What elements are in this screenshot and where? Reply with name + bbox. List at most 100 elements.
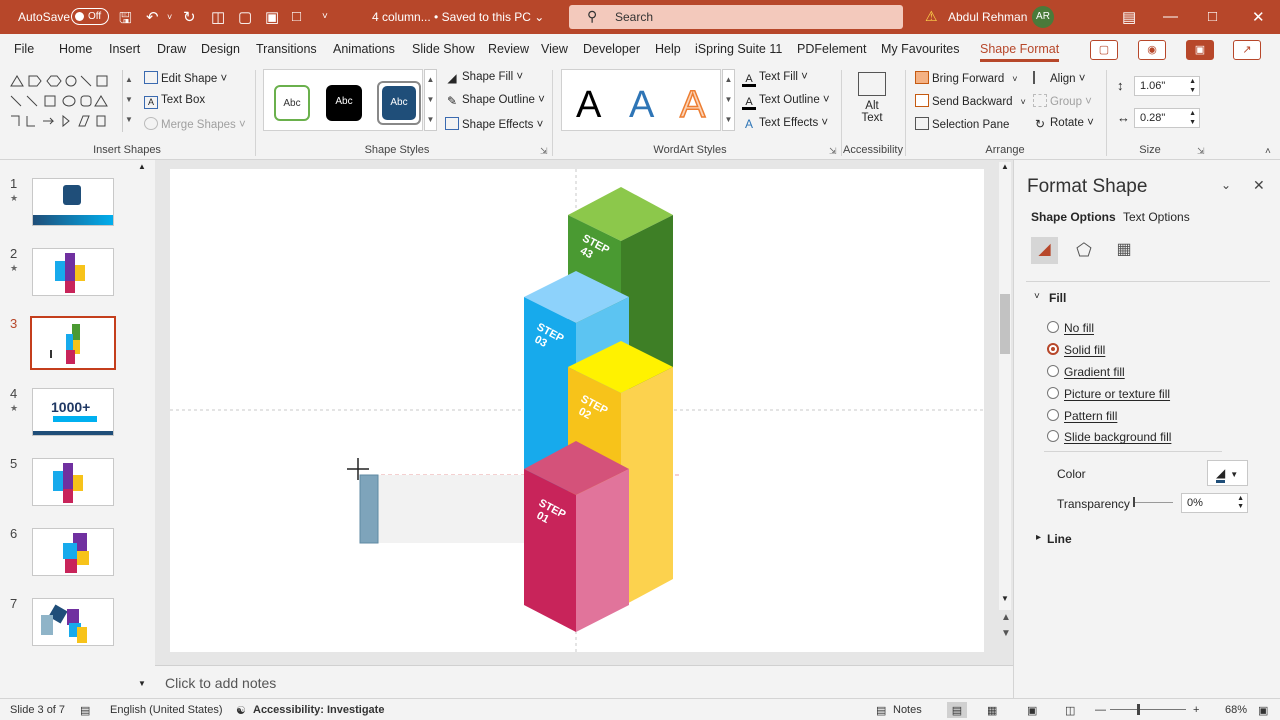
option-slide-background-fill[interactable]: Slide background fill [1064,430,1171,444]
close-icon[interactable]: ✕ [1252,8,1265,26]
present-icon[interactable]: ◫ [211,8,225,26]
scrollbar-thumb[interactable] [1000,294,1010,354]
slide-thumbnail-3-selected[interactable] [30,316,116,370]
fill-collapse-icon[interactable]: ˅ [1034,291,1040,302]
tab-design[interactable]: Design [201,42,240,56]
wordart-black[interactable]: A [576,84,601,127]
send-backward-button[interactable]: Send Backward ˅ [915,94,1026,108]
radio-picture-fill[interactable] [1047,387,1059,399]
spinner-icon[interactable]: ▲ ▼ [1237,495,1244,511]
tab-insert[interactable]: Insert [109,42,140,56]
new-slide-icon[interactable]: ▢ [238,8,252,26]
language[interactable]: English (United States) [110,704,223,716]
wordart-blue[interactable]: A [629,84,654,127]
tab-home[interactable]: Home [59,42,92,56]
selection-pane-button[interactable]: Selection Pane [915,117,1009,131]
avatar[interactable]: AR [1032,6,1054,28]
undo-dropdown-icon[interactable]: ˅ [167,12,172,22]
bring-forward-button[interactable]: Bring Forward ˅ [915,71,1017,85]
slide-sorter-icon[interactable]: ▦ [987,704,997,717]
tab-animations[interactable]: Animations [333,42,395,56]
spelling-icon[interactable]: ▤ [80,704,90,717]
option-no-fill[interactable]: No fill [1064,321,1094,335]
image-icon[interactable]: ▣ [265,8,279,26]
shape-styles-scroll[interactable]: ▲ ▼ ▼ [424,69,437,131]
ribbon-display-icon[interactable]: ▤ [1122,8,1136,26]
close-pane-icon[interactable]: ✕ [1253,177,1265,194]
search-box[interactable]: ⚲ Search [569,5,903,29]
option-pattern-fill[interactable]: Pattern fill [1064,409,1117,423]
user-name[interactable]: Abdul Rehman [948,10,1027,24]
tab-slide-show[interactable]: Slide Show [412,42,475,56]
dialog-launcher-icon[interactable]: ⇲ [829,146,837,157]
alt-text-button[interactable]: Alt Text [850,70,894,136]
step-1-block[interactable]: STEP01 [524,441,629,632]
maximize-icon[interactable]: □ [1208,8,1217,25]
notes-pane[interactable]: Click to add notes [155,665,1013,698]
thumbnails-scrollbar[interactable]: ▲ ▼ [136,162,148,688]
next-slide-icon[interactable]: ▼ [1001,628,1011,639]
line-section-header[interactable]: Line [1047,532,1072,546]
edit-shape-button[interactable]: Edit Shape ˅ [144,71,227,85]
selected-rectangle-shape[interactable] [359,474,379,544]
touch-mode-icon[interactable]: □ [292,8,301,25]
save-icon[interactable]: 🖫 [119,8,132,33]
text-fill-button[interactable]: A Text Fill ˅ [742,71,808,87]
tab-developer[interactable]: Developer [583,42,640,56]
scroll-up-icon[interactable]: ▲ [1001,162,1009,171]
zoom-slider[interactable] [1110,709,1186,710]
slide-thumbnail-4[interactable]: 1000+ [32,388,114,436]
shapes-gallery[interactable] [7,70,121,132]
tab-review[interactable]: Review [488,42,529,56]
notes-button[interactable]: Notes [893,704,922,716]
text-outline-button[interactable]: A Text Outline ˅ [742,94,830,110]
slide-thumbnail-7[interactable] [32,598,114,646]
height-spinner-icon[interactable]: ▲ ▼ [1189,77,1196,95]
dialog-launcher-icon[interactable]: ⇲ [540,146,548,157]
record-button[interactable]: ◉ [1138,40,1166,60]
zoom-level[interactable]: 68% [1225,704,1247,716]
collapse-ribbon-icon[interactable]: ˄ [1265,146,1271,157]
tab-shape-options[interactable]: Shape Options [1031,210,1116,224]
style-outline-green[interactable]: Abc [274,85,310,121]
zoom-slider-thumb[interactable] [1137,704,1140,715]
slide-thumbnail-2[interactable] [32,248,114,296]
tab-my-favourites[interactable]: My Favourites [881,42,960,56]
rotate-button[interactable]: ↻ Rotate ˅ [1033,117,1094,131]
slide-thumbnail-5[interactable] [32,458,114,506]
style-blue-fill-selected[interactable]: Abc [377,81,421,125]
radio-slide-background-fill[interactable] [1047,430,1059,442]
scroll-up-icon[interactable]: ▲ [138,162,146,171]
tab-file[interactable]: File [14,42,34,56]
tab-ispring[interactable]: iSpring Suite 11 [695,42,782,56]
accessibility-icon[interactable]: ☯ [236,704,246,717]
height-field[interactable]: 1.06" ▲ ▼ [1134,76,1200,96]
shape-fill-button[interactable]: ◢ Shape Fill ˅ [445,71,523,85]
fill-section-header[interactable]: Fill [1049,291,1066,305]
fit-to-window-icon[interactable]: ▣ [1258,704,1268,717]
line-expand-icon[interactable]: ▸ [1036,532,1041,543]
tab-shape-format[interactable]: Shape Format [980,42,1060,62]
slide-thumbnail-6[interactable] [32,528,114,576]
dialog-launcher-icon[interactable]: ⇲ [1197,146,1205,157]
option-gradient-fill[interactable]: Gradient fill [1064,365,1125,379]
scroll-down-icon[interactable]: ▼ [1001,594,1009,603]
share-button[interactable]: ↗ [1233,40,1261,60]
accessibility-status[interactable]: Accessibility: Investigate [253,704,384,716]
align-button[interactable]: Align ˅ [1033,71,1085,85]
notes-icon[interactable]: ▤ [876,704,886,717]
slide-thumbnail-1[interactable] [32,178,114,226]
slide-scrollbar[interactable]: ▲ ▼ [999,162,1011,610]
wordart-gallery[interactable]: A A A [561,69,721,131]
present-button[interactable]: ▣ [1186,40,1214,60]
transparency-slider-thumb[interactable] [1133,497,1135,507]
tab-help[interactable]: Help [655,42,681,56]
redo-icon[interactable]: ↻ [183,8,196,26]
tab-text-options[interactable]: Text Options [1123,210,1190,224]
minimize-icon[interactable]: — [1163,8,1178,25]
tab-pdfelement[interactable]: PDFelement [797,42,866,56]
radio-solid-fill[interactable] [1047,343,1059,355]
pane-options-chevron-icon[interactable]: ⌄ [1221,178,1231,192]
shapes-gallery-scroll[interactable]: ▲ ▼ ▼ [122,70,135,132]
normal-view-icon[interactable]: ▤ [947,702,967,718]
